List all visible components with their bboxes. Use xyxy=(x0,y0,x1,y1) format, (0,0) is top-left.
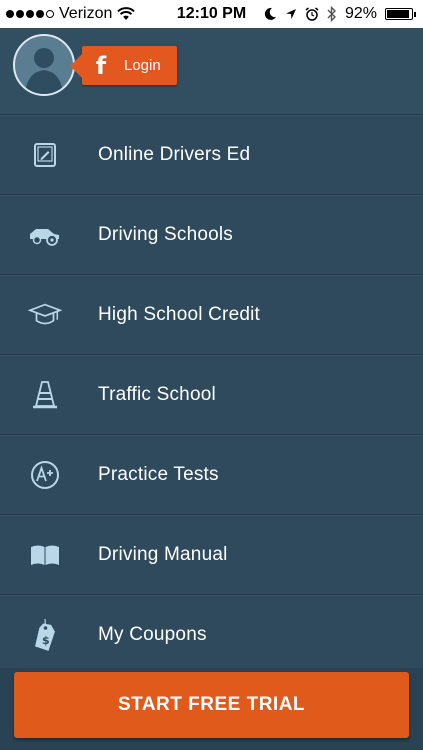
menu-item-driving-schools[interactable]: Driving Schools xyxy=(0,195,423,275)
book-icon xyxy=(28,538,62,572)
menu-item-high-school-credit[interactable]: High School Credit xyxy=(0,275,423,355)
menu-item-label: Online Drivers Ed xyxy=(98,143,251,165)
menu-item-label: Driving Schools xyxy=(98,223,233,245)
start-free-trial-button[interactable]: START FREE TRIAL xyxy=(14,672,409,738)
menu-item-label: Driving Manual xyxy=(98,543,228,565)
location-arrow-icon xyxy=(285,9,296,19)
car-icon xyxy=(28,218,62,252)
price-tag-icon: $ xyxy=(28,618,62,652)
graduation-cap-icon xyxy=(28,298,62,332)
facebook-login-button[interactable]: f Login xyxy=(70,46,177,85)
menu-item-label: Practice Tests xyxy=(98,463,219,485)
status-icons: 92% xyxy=(263,5,416,23)
tablet-icon xyxy=(28,138,62,172)
facebook-icon: f xyxy=(95,51,107,80)
menu-item-my-coupons[interactable]: $ My Coupons xyxy=(0,595,423,675)
status-bar: Verizon 12:10 PM 92% xyxy=(0,0,423,28)
user-silhouette-icon xyxy=(25,48,63,94)
main-menu: Online Drivers Ed Driving Schools High S… xyxy=(0,115,423,675)
traffic-cone-icon xyxy=(28,378,62,412)
battery-percent: 92% xyxy=(344,5,377,22)
cta-footer: START FREE TRIAL xyxy=(0,668,423,750)
moon-icon xyxy=(264,7,276,20)
menu-item-online-drivers-ed[interactable]: Online Drivers Ed xyxy=(0,115,423,195)
menu-item-label: High School Credit xyxy=(98,303,261,325)
battery-icon xyxy=(385,8,416,20)
avatar[interactable] xyxy=(13,34,75,96)
menu-item-traffic-school[interactable]: Traffic School xyxy=(0,355,423,435)
menu-item-label: Traffic School xyxy=(98,383,216,405)
profile-header: f Login xyxy=(0,28,423,115)
a-plus-icon xyxy=(28,458,62,492)
alarm-clock-icon xyxy=(305,7,319,21)
bluetooth-icon xyxy=(327,6,336,22)
svg-text:$: $ xyxy=(42,634,50,647)
menu-item-label: My Coupons xyxy=(98,623,207,645)
menu-item-driving-manual[interactable]: Driving Manual xyxy=(0,515,423,595)
login-label: Login xyxy=(124,57,161,74)
menu-item-practice-tests[interactable]: Practice Tests xyxy=(0,435,423,515)
